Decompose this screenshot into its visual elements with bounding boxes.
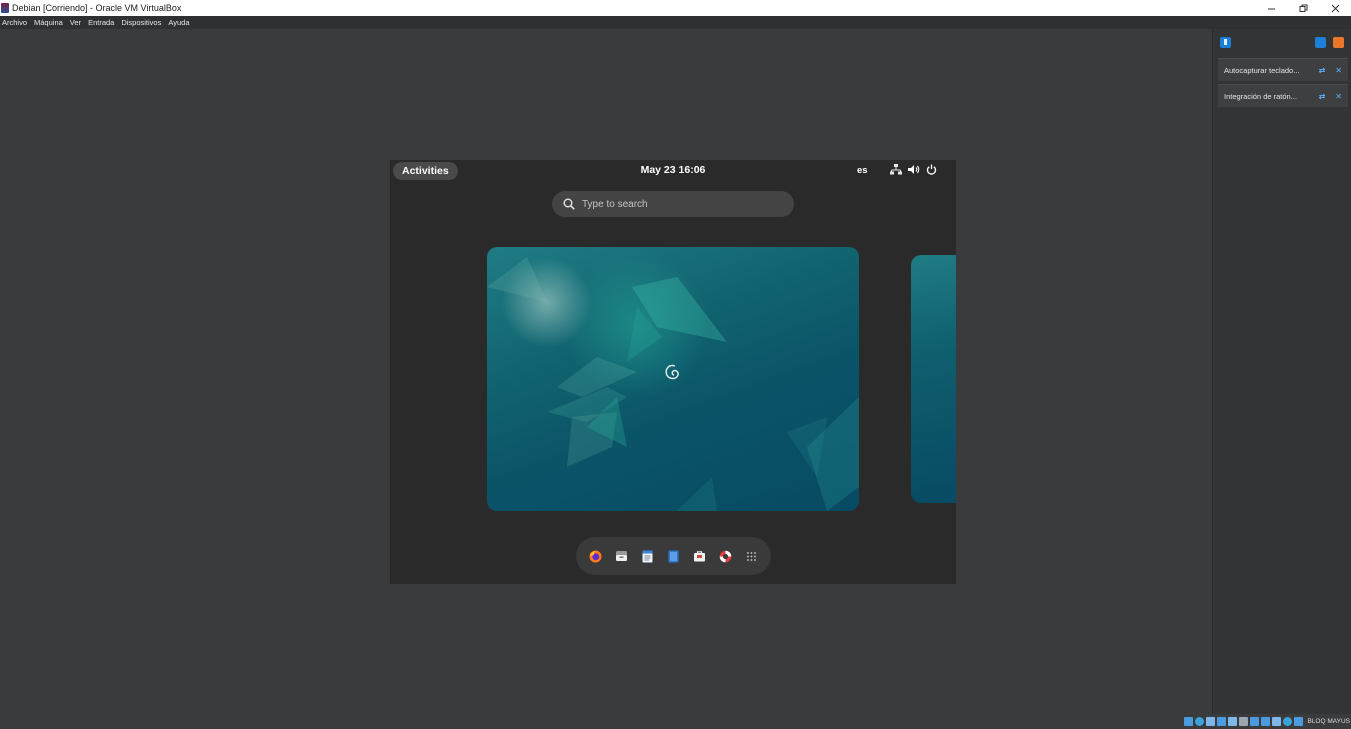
host-key-text: BLOQ MAYUS	[1307, 718, 1350, 725]
notification-item[interactable]: Integración de ratón... ⇄ ✕	[1218, 84, 1348, 107]
workspace-thumbnail-next[interactable]	[911, 255, 956, 503]
keyboard-icon[interactable]	[1283, 717, 1293, 726]
dash-app-firefox[interactable]	[589, 549, 603, 563]
dash	[576, 537, 771, 575]
window-title: Debian [Corriendo] - Oracle VM VirtualBo…	[12, 3, 182, 13]
close-button[interactable]	[1319, 0, 1351, 16]
menu-entrada[interactable]: Entrada	[86, 18, 118, 27]
notification-close-icon[interactable]: ✕	[1335, 92, 1342, 101]
menu-ver[interactable]: Ver	[68, 18, 85, 27]
search-input[interactable]	[582, 198, 772, 210]
display-icon[interactable]	[1250, 717, 1260, 726]
power-icon	[926, 164, 937, 175]
minimize-icon	[1267, 8, 1275, 9]
guest-display[interactable]: Activities May 23 16:06 es	[390, 160, 956, 584]
video-capture-icon[interactable]	[1261, 717, 1271, 726]
search-bar[interactable]	[552, 191, 794, 217]
show-apps-icon	[747, 551, 756, 561]
optical-drive-icon[interactable]	[1195, 717, 1205, 726]
notification-center: Autocapturar teclado... ⇄ ✕ Integración …	[1212, 29, 1351, 714]
text-editor-icon	[642, 550, 653, 562]
usb-icon[interactable]	[1228, 717, 1238, 726]
gnome-top-bar: Activities May 23 16:06 es	[390, 160, 956, 182]
notification-text: Autocapturar teclado...	[1224, 65, 1300, 75]
dash-app-text-editor[interactable]	[641, 549, 655, 563]
menu-dispositivos[interactable]: Dispositivos	[119, 18, 165, 27]
dash-app-help[interactable]	[719, 549, 733, 563]
window-controls	[1255, 0, 1351, 16]
workspace-thumbnail[interactable]	[487, 247, 859, 511]
restore-icon	[1299, 4, 1307, 12]
keyboard-layout-indicator[interactable]: es	[857, 165, 868, 176]
notification-text: Integración de ratón...	[1224, 91, 1297, 101]
firefox-icon	[589, 550, 602, 562]
notification-item[interactable]: Autocapturar teclado... ⇄ ✕	[1218, 58, 1348, 81]
volume-icon	[908, 165, 920, 174]
close-icon	[1331, 4, 1339, 12]
notification-layout-icon[interactable]	[1315, 36, 1326, 48]
notification-toggle-icon[interactable]: ⇄	[1319, 66, 1326, 75]
software-icon	[694, 551, 705, 562]
clock-button[interactable]: May 23 16:06	[641, 164, 706, 176]
hard-disk-icon[interactable]	[1184, 717, 1194, 726]
minimize-button[interactable]	[1255, 0, 1287, 16]
restore-button[interactable]	[1287, 0, 1319, 16]
menu-ayuda[interactable]: Ayuda	[166, 18, 193, 27]
libreoffice-writer-icon	[668, 550, 679, 562]
dash-app-libreoffice-writer[interactable]	[667, 549, 681, 563]
notification-center-toolbar	[1213, 29, 1351, 55]
dash-app-show-apps[interactable]	[745, 549, 759, 563]
debian-logo-icon	[665, 364, 679, 380]
network-icon	[890, 164, 902, 175]
system-menu[interactable]	[890, 164, 937, 175]
notification-close-icon[interactable]: ✕	[1335, 66, 1342, 75]
clock-area: May 23 16:06	[390, 164, 956, 176]
dash-app-software[interactable]	[693, 549, 707, 563]
virtualbox-app-icon	[1, 3, 9, 13]
mouse-integration-icon[interactable]	[1272, 717, 1282, 726]
host-key-icon[interactable]	[1294, 717, 1304, 726]
search-icon	[563, 198, 575, 210]
network-icon[interactable]	[1217, 717, 1227, 726]
files-icon	[616, 551, 627, 561]
activities-button[interactable]: Activities	[393, 162, 458, 180]
help-icon	[719, 550, 732, 562]
notification-clear-icon[interactable]	[1333, 36, 1344, 48]
menu-maquina[interactable]: Máquina	[32, 18, 67, 27]
vm-status-bar: BLOQ MAYUS	[1131, 714, 1351, 729]
notification-info-icon[interactable]	[1220, 36, 1231, 48]
notification-toolbar-actions	[1315, 36, 1344, 48]
audio-icon[interactable]	[1206, 717, 1216, 726]
menu-bar: Archivo Máquina Ver Entrada Dispositivos…	[0, 16, 1351, 29]
menu-archivo[interactable]: Archivo	[0, 18, 31, 27]
shared-folders-icon[interactable]	[1239, 717, 1249, 726]
notification-toggle-icon[interactable]: ⇄	[1319, 92, 1326, 101]
dash-app-files[interactable]	[615, 549, 629, 563]
window-title-bar: Debian [Corriendo] - Oracle VM VirtualBo…	[0, 0, 1351, 16]
